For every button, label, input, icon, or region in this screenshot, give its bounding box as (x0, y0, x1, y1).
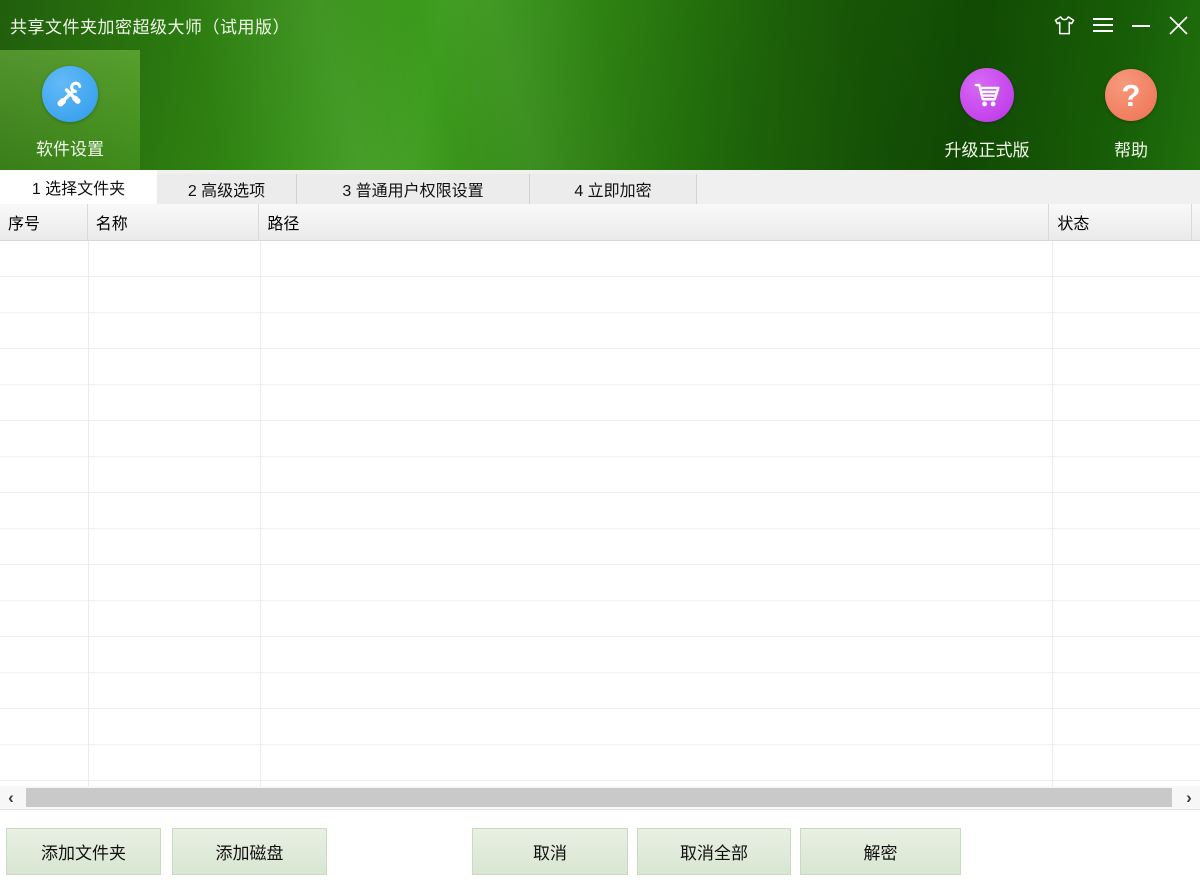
table-header: 序号 名称 路径 状态 (0, 204, 1200, 241)
table-row[interactable] (0, 673, 1200, 709)
minimize-icon[interactable] (1129, 12, 1152, 38)
scroll-right-icon[interactable]: › (1178, 786, 1200, 809)
shopping-cart-icon (960, 68, 1014, 122)
settings-button[interactable]: 软件设置 (0, 66, 140, 160)
add-disk-button[interactable]: 添加磁盘 (172, 828, 327, 875)
table-row[interactable] (0, 637, 1200, 673)
tab-encrypt-now[interactable]: 4 立即加密 (530, 174, 697, 204)
table-row[interactable] (0, 565, 1200, 601)
table-row[interactable] (0, 709, 1200, 745)
upgrade-label: 升级正式版 (925, 136, 1049, 161)
header: 共享文件夹加密超级大师（试用版） (0, 0, 1200, 170)
help-button[interactable]: ? 帮助 (1095, 69, 1167, 161)
column-divider (88, 241, 89, 786)
horizontal-scrollbar[interactable]: ‹ › (0, 786, 1200, 810)
column-header-name[interactable]: 名称 (88, 204, 260, 240)
table-row[interactable] (0, 421, 1200, 457)
add-folder-button[interactable]: 添加文件夹 (6, 828, 161, 875)
table-row[interactable] (0, 349, 1200, 385)
column-header-path[interactable]: 路径 (259, 204, 1049, 240)
table-row[interactable] (0, 601, 1200, 637)
table-row[interactable] (0, 529, 1200, 565)
column-header-status[interactable]: 状态 (1049, 204, 1192, 240)
column-header-filler (1192, 204, 1200, 240)
settings-label: 软件设置 (0, 135, 140, 160)
cancel-button[interactable]: 取消 (472, 828, 628, 875)
tab-select-folder[interactable]: 1 选择文件夹 (0, 170, 157, 204)
table-row[interactable] (0, 493, 1200, 529)
app-window: 共享文件夹加密超级大师（试用版） (0, 0, 1200, 885)
tab-advanced-options[interactable]: 2 高级选项 (157, 174, 297, 204)
tab-user-permissions[interactable]: 3 普通用户权限设置 (297, 174, 530, 204)
table-row[interactable] (0, 385, 1200, 421)
column-divider (260, 241, 261, 786)
cancel-all-button[interactable]: 取消全部 (637, 828, 791, 875)
table-row[interactable] (0, 313, 1200, 349)
tab-strip: 1 选择文件夹 2 高级选项 3 普通用户权限设置 4 立即加密 (0, 170, 1200, 204)
scrollbar-thumb[interactable] (26, 788, 1172, 807)
close-icon[interactable] (1167, 12, 1190, 38)
window-controls (1053, 10, 1190, 40)
help-label: 帮助 (1095, 136, 1167, 161)
question-mark-icon: ? (1105, 69, 1157, 121)
table-row[interactable] (0, 241, 1200, 277)
table-row[interactable] (0, 745, 1200, 781)
column-divider (1052, 241, 1053, 786)
scroll-left-icon[interactable]: ‹ (0, 786, 22, 809)
tools-wrench-icon (42, 66, 98, 122)
skin-theme-icon[interactable] (1053, 12, 1076, 38)
column-header-index[interactable]: 序号 (0, 204, 88, 240)
window-title: 共享文件夹加密超级大师（试用版） (10, 13, 290, 38)
table-row[interactable] (0, 277, 1200, 313)
decrypt-button[interactable]: 解密 (800, 828, 961, 875)
table-body[interactable] (0, 241, 1200, 786)
table-row[interactable] (0, 457, 1200, 493)
upgrade-button[interactable]: 升级正式版 (925, 68, 1049, 161)
main-menu-icon[interactable] (1091, 12, 1114, 38)
